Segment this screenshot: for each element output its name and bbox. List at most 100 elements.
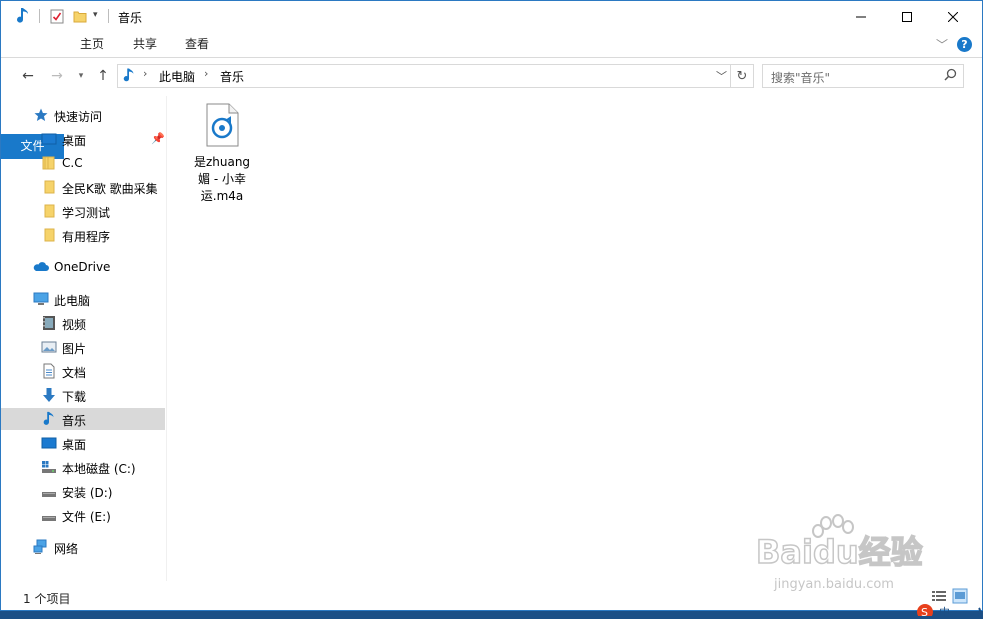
nav-label: 桌面 xyxy=(62,438,87,452)
desktop-icon xyxy=(41,131,57,147)
folder-icon xyxy=(41,203,57,219)
nav-label: C.C xyxy=(62,156,83,170)
nav-item-drive-c[interactable]: 本地磁盘 (C:) xyxy=(1,456,165,478)
nav-item-desktop-pc[interactable]: 桌面 xyxy=(1,432,165,454)
nav-label: 此电脑 xyxy=(54,294,91,308)
nav-item-desktop[interactable]: 桌面 📌 xyxy=(1,128,165,150)
large-icons-view-icon[interactable] xyxy=(952,588,968,604)
tab-view[interactable]: 查看 xyxy=(170,32,224,57)
ime-indicator[interactable]: S中 xyxy=(915,604,983,619)
nav-item-documents[interactable]: 文档 xyxy=(1,360,165,382)
tab-share[interactable]: 共享 xyxy=(120,32,170,57)
nav-label: 全民K歌 歌曲采集 xyxy=(62,182,158,196)
tab-home[interactable]: 主页 xyxy=(64,32,120,57)
up-button[interactable]: ↑ xyxy=(93,66,113,86)
audio-file-icon xyxy=(204,103,240,150)
nav-label: 本地磁盘 (C:) xyxy=(62,462,136,476)
nav-onedrive[interactable]: OneDrive xyxy=(1,256,165,278)
nav-item-music[interactable]: 音乐 xyxy=(1,408,165,430)
help-icon[interactable]: ? xyxy=(957,37,972,52)
nav-label: 网络 xyxy=(54,542,79,556)
windows-drive-icon xyxy=(41,459,57,475)
nav-network[interactable]: 网络 xyxy=(1,536,165,558)
search-box[interactable]: 搜索"音乐" xyxy=(762,64,964,88)
search-icon[interactable] xyxy=(944,68,957,84)
document-icon xyxy=(41,363,57,379)
nav-item-programs[interactable]: 有用程序 xyxy=(1,224,165,246)
nav-item-cc[interactable]: C.C xyxy=(1,152,165,174)
nav-quick-access[interactable]: 快速访问 xyxy=(1,104,165,126)
search-input[interactable]: 搜索"音乐" xyxy=(771,69,830,86)
window-title: 音乐 xyxy=(118,11,143,25)
nav-label: 快速访问 xyxy=(54,110,103,124)
breadcrumb-music[interactable]: 音乐 xyxy=(220,68,244,85)
breadcrumb-this-pc[interactable]: 此电脑 xyxy=(159,68,195,85)
nav-item-downloads[interactable]: 下载 xyxy=(1,384,165,406)
nav-label: 有用程序 xyxy=(62,230,111,244)
nav-item-drive-e[interactable]: 文件 (E:) xyxy=(1,504,165,526)
address-bar[interactable]: › 此电脑 › 音乐 ﹀ ↻ xyxy=(117,64,754,88)
nav-item-kge[interactable]: 全民K歌 歌曲采集 xyxy=(1,176,165,198)
nav-label: 视频 xyxy=(62,318,87,332)
svg-text:中: 中 xyxy=(939,606,950,616)
folder-icon xyxy=(41,227,57,243)
minimize-button[interactable] xyxy=(838,1,884,32)
navigation-pane: 快速访问 桌面 📌 C.C 全民K歌 歌曲采集 学习测试 有用程序 OneDri… xyxy=(1,96,167,581)
music-note-icon xyxy=(122,67,136,87)
file-item[interactable]: 是zhuang 媚 - 小幸 运.m4a xyxy=(184,103,260,205)
title-separator xyxy=(39,9,40,23)
folder-icon xyxy=(41,179,57,195)
back-button[interactable]: ← xyxy=(18,66,38,86)
pin-icon[interactable]: 📌 xyxy=(151,132,165,145)
nav-label: OneDrive xyxy=(54,260,111,274)
computer-icon xyxy=(33,291,49,307)
nav-label: 图片 xyxy=(62,342,87,356)
nav-item-drive-d[interactable]: 安装 (D:) xyxy=(1,480,165,502)
nav-label: 文档 xyxy=(62,366,87,380)
file-name-line: 是zhuang xyxy=(193,155,251,169)
drive-icon xyxy=(41,483,57,499)
breadcrumb-chevron-icon[interactable]: › xyxy=(143,67,147,80)
breadcrumb-chevron-icon[interactable]: › xyxy=(204,67,208,80)
drive-icon xyxy=(41,507,57,523)
refresh-button[interactable]: ↻ xyxy=(730,65,753,87)
nav-label: 文件 (E:) xyxy=(62,510,111,524)
customize-toolbar-icon[interactable]: ▾ xyxy=(93,10,98,20)
nav-label: 学习测试 xyxy=(62,206,111,220)
folder-icon xyxy=(41,155,57,171)
file-name-line: 运.m4a xyxy=(200,189,244,203)
music-note-icon xyxy=(15,7,31,28)
ribbon: 文件 主页 共享 查看 ﹀ ? xyxy=(1,32,982,159)
nav-item-study[interactable]: 学习测试 xyxy=(1,200,165,222)
item-count: 1 个项目 xyxy=(23,592,71,606)
nav-label: 安装 (D:) xyxy=(62,486,113,500)
desktop-icon xyxy=(41,435,57,451)
watermark-brand: Baidu经验 xyxy=(756,533,923,571)
nav-item-pictures[interactable]: 图片 xyxy=(1,336,165,358)
expand-ribbon-icon[interactable]: ﹀ xyxy=(936,36,948,53)
address-dropdown-icon[interactable]: ﹀ xyxy=(716,68,727,84)
title-bar: ▾ 音乐 xyxy=(1,1,982,32)
file-name-line: 媚 - 小幸 xyxy=(198,172,246,186)
baidu-watermark: Baidu经验 jingyan.baidu.com xyxy=(755,513,936,593)
video-icon xyxy=(41,315,57,331)
recent-locations-button[interactable]: ▾ xyxy=(71,66,91,86)
status-bar: 1 个项目 xyxy=(1,586,982,608)
download-arrow-icon xyxy=(41,387,57,403)
svg-text:S: S xyxy=(921,606,928,616)
properties-icon[interactable] xyxy=(50,9,64,27)
nav-this-pc[interactable]: 此电脑 xyxy=(1,288,165,310)
network-icon xyxy=(33,539,49,555)
details-view-icon[interactable] xyxy=(931,588,947,604)
close-button[interactable] xyxy=(930,1,976,32)
cloud-icon xyxy=(33,259,49,275)
explorer-window: ▾ 音乐 文件 主页 共享 查看 ﹀ ? ← → ▾ ↑ › 此电脑 › 音乐 … xyxy=(0,0,983,611)
new-folder-icon[interactable] xyxy=(73,9,87,26)
maximize-button[interactable] xyxy=(884,1,930,32)
forward-button[interactable]: → xyxy=(47,66,67,86)
title-separator xyxy=(108,9,109,23)
pictures-icon xyxy=(41,339,57,355)
nav-item-videos[interactable]: 视频 xyxy=(1,312,165,334)
file-name: 是zhuang 媚 - 小幸 运.m4a xyxy=(184,154,260,205)
nav-label: 音乐 xyxy=(62,414,87,428)
